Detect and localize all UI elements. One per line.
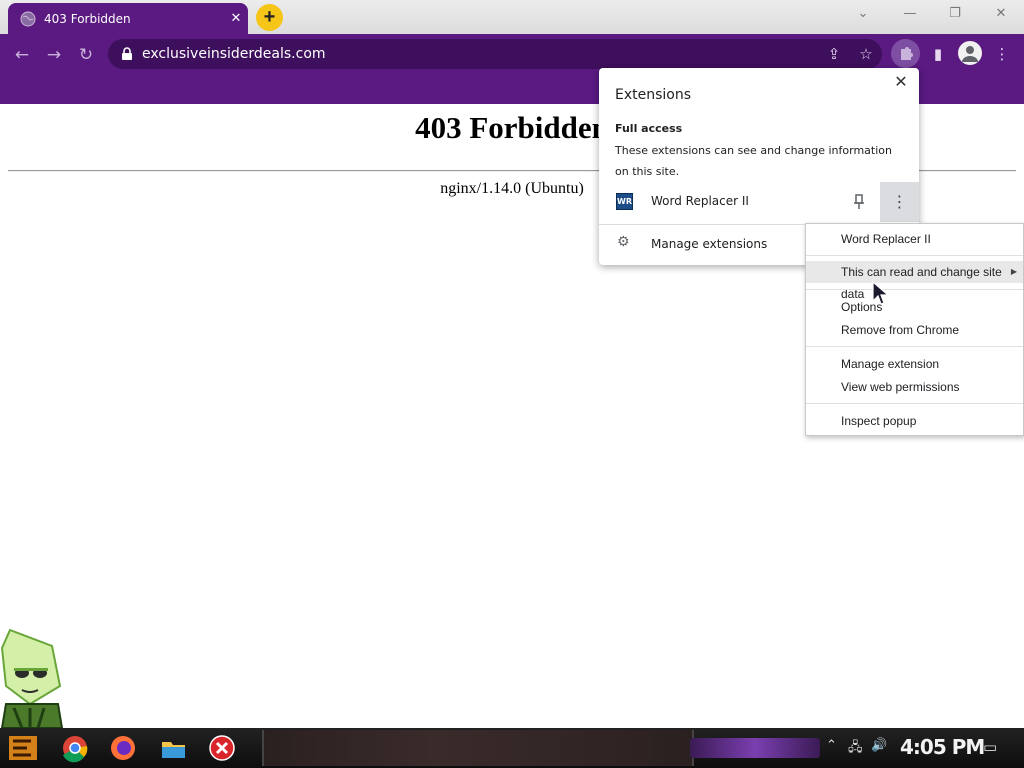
menu-separator [806,289,1023,290]
profile-icon[interactable] [958,41,982,65]
mouse-cursor-icon [872,281,890,305]
chrome-icon[interactable] [58,733,92,763]
word-replacer-icon: WR [616,193,633,210]
tray-expand-icon[interactable]: ⌃ [826,738,837,753]
extensions-popup-header: Extensions [615,87,692,103]
extension-name: Word Replacer II [651,194,749,208]
gear-icon: ⚙ [617,234,630,250]
notification-icon[interactable]: ▭ [983,738,997,756]
folder-icon[interactable] [156,733,190,763]
globe-icon [20,11,36,26]
extension-row[interactable]: WR Word Replacer II ⋮ [599,182,919,222]
menu-item-manage-extension[interactable]: Manage extension [806,353,1023,375]
taskbar-clock[interactable]: 4:05 PM [900,735,985,759]
side-panel-icon[interactable]: ▮ [926,42,950,66]
menu-separator [806,346,1023,347]
extension-context-menu: Word Replacer II This can read and chang… [805,223,1024,436]
start-icon[interactable] [6,733,40,763]
menu-icon[interactable]: ⋮ [990,42,1014,66]
taskbar: ⌃ 🖧 🔊 4:05 PM ▭ [0,728,1024,768]
new-tab-button[interactable]: + [256,4,283,31]
bookmark-star-icon[interactable]: ☆ [854,42,878,66]
desktop-mascot [0,628,64,728]
manage-extensions-label: Manage extensions [651,237,768,251]
minimize-icon[interactable]: — [896,6,924,26]
window-close-icon[interactable]: ✕ [987,6,1015,26]
avatar [962,46,978,62]
share-icon[interactable]: ⇪ [822,42,846,66]
tab-close-icon[interactable]: ✕ [224,11,248,26]
submenu-arrow-icon: ▶ [1010,267,1017,276]
menu-item-inspect-popup[interactable]: Inspect popup [806,410,1023,432]
tab-search-icon[interactable]: ⌄ [849,6,877,26]
taskbar-accent-band [690,738,820,758]
extensions-button[interactable] [891,39,920,68]
menu-item-options[interactable]: Options [806,296,1023,318]
full-access-description: These extensions can see and change info… [615,144,892,178]
back-icon[interactable]: ← [9,42,35,68]
address-bar[interactable]: exclusiveinsiderdeals.com [108,39,882,69]
forward-icon[interactable]: → [41,42,67,68]
extensions-icon [901,47,913,60]
full-access-heading: Full access [615,122,683,135]
menu-separator [806,403,1023,404]
reload-icon[interactable]: ↻ [73,42,99,68]
lock-icon [122,47,132,60]
menu-item-remove[interactable]: Remove from Chrome [806,319,1023,341]
browser-tab[interactable]: 403 Forbidden ✕ [8,3,248,34]
pin-icon[interactable] [851,190,867,214]
tab-strip: 403 Forbidden ✕ + ⌄ — ❐ ✕ [0,0,1024,34]
network-icon[interactable]: 🖧 [848,738,863,760]
tab-title: 403 Forbidden [44,11,131,26]
restore-icon[interactable]: ❐ [941,6,969,26]
menu-item-view-permissions[interactable]: View web permissions [806,376,1023,398]
volume-icon[interactable]: 🔊 [871,738,887,753]
menu-item-extension-name[interactable]: Word Replacer II [806,228,1023,250]
more-actions-icon[interactable]: ⋮ [880,182,919,222]
menu-separator [806,255,1023,256]
menu-item-site-access[interactable]: This can read and change site data ▶ [806,261,1023,301]
popup-close-icon[interactable]: ✕ [891,72,911,92]
url-text: exclusiveinsiderdeals.com [142,46,326,62]
close-app-icon[interactable] [205,733,239,763]
firefox-icon[interactable] [106,733,140,763]
taskbar-wallpaper-band [262,730,694,766]
